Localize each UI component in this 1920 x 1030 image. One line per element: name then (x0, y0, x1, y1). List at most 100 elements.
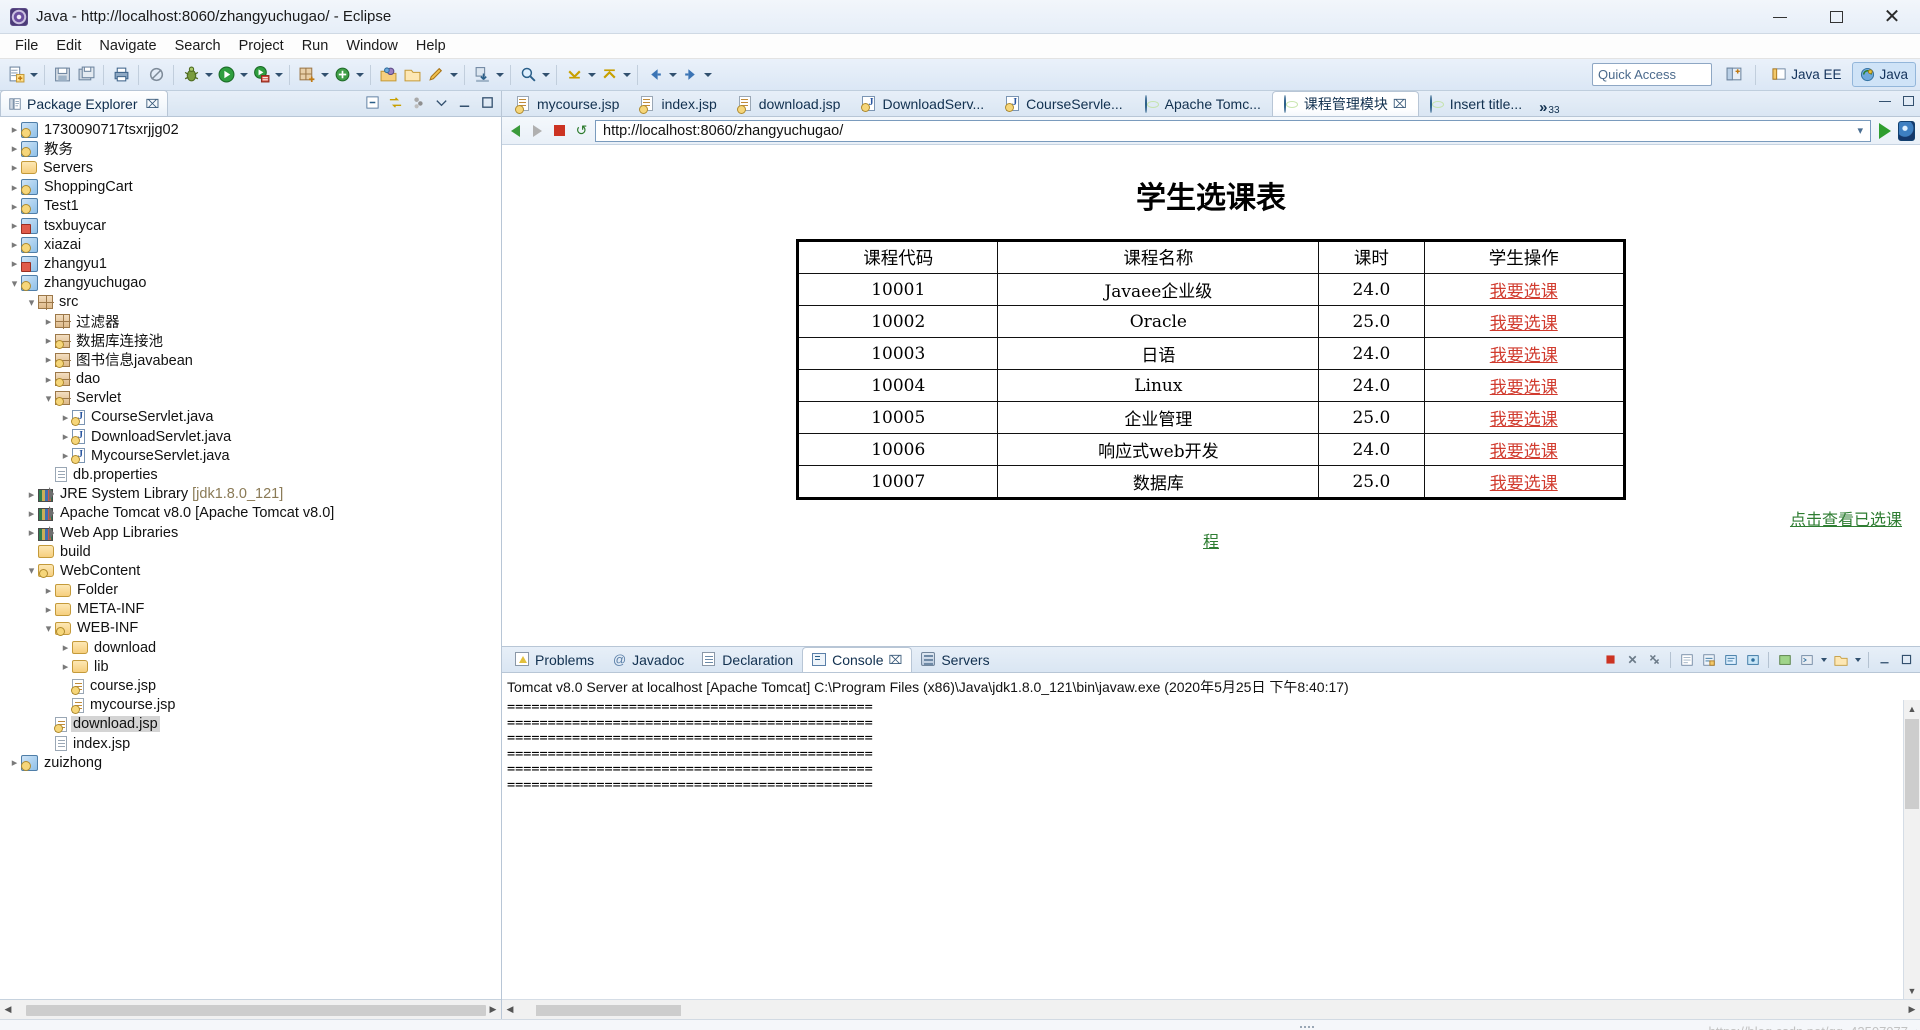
forward-history-icon[interactable] (679, 64, 701, 86)
scroll-lock-icon[interactable] (1699, 650, 1718, 669)
tree-item[interactable]: ShoppingCart (0, 178, 501, 197)
new-console-view-icon[interactable] (1831, 650, 1850, 669)
console-panel-tab[interactable]: @ Javadoc (603, 647, 693, 672)
tree-item[interactable]: index.jsp (0, 734, 501, 753)
search-icon[interactable] (517, 64, 539, 86)
show-console-when-output-icon[interactable] (1721, 650, 1740, 669)
forward-arrow-icon[interactable] (529, 122, 546, 139)
minimize-console-icon[interactable] (1875, 650, 1894, 669)
package-explorer-hscrollbar[interactable]: ◀ ▶ (0, 999, 501, 1019)
minimize-view-icon[interactable] (457, 95, 472, 110)
chevron-double-right-icon[interactable]: » (1539, 99, 1547, 116)
maximize-view-icon[interactable] (480, 95, 495, 110)
edit-pencil-icon[interactable] (425, 64, 447, 86)
previous-annotation-icon[interactable] (598, 64, 620, 86)
menu-run[interactable]: Run (293, 35, 338, 57)
chevron-right-icon[interactable] (8, 257, 21, 270)
console-scroll-right-icon[interactable]: ▶ (1904, 1001, 1920, 1019)
next-annotation-dropdown-icon[interactable] (586, 64, 597, 86)
scroll-right-icon[interactable]: ▶ (485, 1001, 501, 1019)
tree-item[interactable]: Servers (0, 158, 501, 177)
debug-icon[interactable] (180, 64, 202, 86)
scroll-up-icon[interactable]: ▲ (1904, 700, 1920, 717)
tree-item[interactable]: MycourseServlet.java (0, 446, 501, 465)
next-annotation-icon[interactable] (563, 64, 585, 86)
editor-tab[interactable]: CourseServle... (995, 91, 1133, 116)
tree-item[interactable]: META-INF (0, 600, 501, 619)
minimize-editor-icon[interactable] (1879, 100, 1891, 102)
enroll-link[interactable]: 我要选课 (1490, 410, 1558, 430)
console-panel-tab[interactable]: Problems (506, 647, 603, 672)
enroll-link[interactable]: 我要选课 (1490, 282, 1558, 302)
hscroll-track[interactable] (16, 1003, 486, 1016)
chevron-right-icon[interactable] (42, 334, 55, 347)
vscroll-track[interactable] (1904, 717, 1920, 982)
chevron-right-icon[interactable] (25, 507, 38, 520)
new-java-package-icon[interactable] (296, 64, 318, 86)
toggle-markoccurrences-icon[interactable] (145, 64, 167, 86)
search-dropdown-icon[interactable] (540, 64, 551, 86)
project-tree[interactable]: 1730090717tsxrjjg02 教务Servers ShoppingCart… (0, 117, 501, 999)
tree-item[interactable]: Apache Tomcat v8.0 [Apache Tomcat v8.0] (0, 504, 501, 523)
chevron-right-icon[interactable] (42, 603, 55, 616)
console-hscroll-track[interactable] (518, 1003, 1904, 1016)
print-icon[interactable] (110, 64, 132, 86)
editor-tab[interactable]: mycourse.jsp (506, 91, 630, 116)
close-icon[interactable]: ⌧ (146, 97, 160, 111)
chevron-right-icon[interactable] (8, 238, 21, 251)
run-as-server-icon[interactable] (250, 64, 272, 86)
chevron-right-icon[interactable] (8, 200, 21, 213)
editor-tab[interactable]: Insert title... (1419, 91, 1533, 116)
scroll-down-icon[interactable]: ▼ (1904, 982, 1920, 999)
tree-item[interactable]: tsxbuycar (0, 216, 501, 235)
console-scroll-left-icon[interactable]: ◀ (502, 1001, 518, 1019)
scroll-left-icon[interactable]: ◀ (0, 1001, 16, 1019)
new-console-dropdown-icon[interactable] (1853, 650, 1862, 669)
tree-item[interactable]: db.properties (0, 465, 501, 484)
import-dropdown-icon[interactable] (494, 64, 505, 86)
hscroll-thumb[interactable] (26, 1004, 486, 1016)
chevron-down-icon[interactable] (25, 296, 38, 309)
tree-item[interactable]: course.jsp (0, 676, 501, 695)
minimize-button[interactable] (1752, 0, 1808, 34)
chevron-right-icon[interactable] (8, 756, 21, 769)
refresh-icon[interactable]: ↺ (573, 122, 590, 139)
chevron-right-icon[interactable] (59, 449, 72, 462)
chevron-right-icon[interactable] (59, 660, 72, 673)
run-dropdown-icon[interactable] (238, 64, 249, 86)
menu-search[interactable]: Search (166, 35, 230, 57)
chevron-right-icon[interactable] (25, 526, 38, 539)
chevron-right-icon[interactable] (8, 123, 21, 136)
stop-icon[interactable] (551, 122, 568, 139)
run-as-dropdown-icon[interactable] (273, 64, 284, 86)
menu-navigate[interactable]: Navigate (90, 35, 165, 57)
quick-access-input[interactable]: Quick Access (1592, 63, 1712, 86)
open-perspective-icon[interactable] (1723, 64, 1745, 86)
editor-tab[interactable]: Apache Tomc... (1134, 91, 1272, 116)
chevron-right-icon[interactable] (8, 181, 21, 194)
tree-item[interactable]: WebContent (0, 561, 501, 580)
chevron-right-icon[interactable] (8, 142, 21, 155)
link-with-editor-icon[interactable] (388, 95, 403, 110)
console-panel-tab[interactable]: Servers (912, 647, 998, 672)
maximize-button[interactable] (1808, 0, 1864, 34)
maximize-console-icon[interactable] (1897, 650, 1916, 669)
tree-item[interactable]: build (0, 542, 501, 561)
previous-annotation-dropdown-icon[interactable] (621, 64, 632, 86)
console-vscrollbar[interactable]: ▲ ▼ (1903, 700, 1920, 999)
editor-tab[interactable]: 课程管理模块 ⌧ (1271, 91, 1419, 116)
menu-edit[interactable]: Edit (47, 35, 90, 57)
enroll-link[interactable]: 我要选课 (1490, 442, 1558, 462)
chevron-right-icon[interactable] (42, 373, 55, 386)
remove-launch-icon[interactable] (1623, 650, 1642, 669)
chevron-right-icon[interactable] (25, 488, 38, 501)
tree-item[interactable]: zhangyu1 (0, 254, 501, 273)
tree-item[interactable]: JRE System Library [jdk1.8.0_121] (0, 485, 501, 504)
vscroll-thumb[interactable] (1905, 719, 1919, 809)
tree-item[interactable]: 数据库连接池 (0, 331, 501, 350)
new-class-dropdown-icon[interactable] (354, 64, 365, 86)
chevron-down-icon[interactable] (434, 95, 449, 110)
view-menu-icon[interactable] (411, 95, 426, 110)
stray-link[interactable]: 程 (1203, 528, 1219, 552)
tree-item[interactable]: mycourse.jsp (0, 696, 501, 715)
